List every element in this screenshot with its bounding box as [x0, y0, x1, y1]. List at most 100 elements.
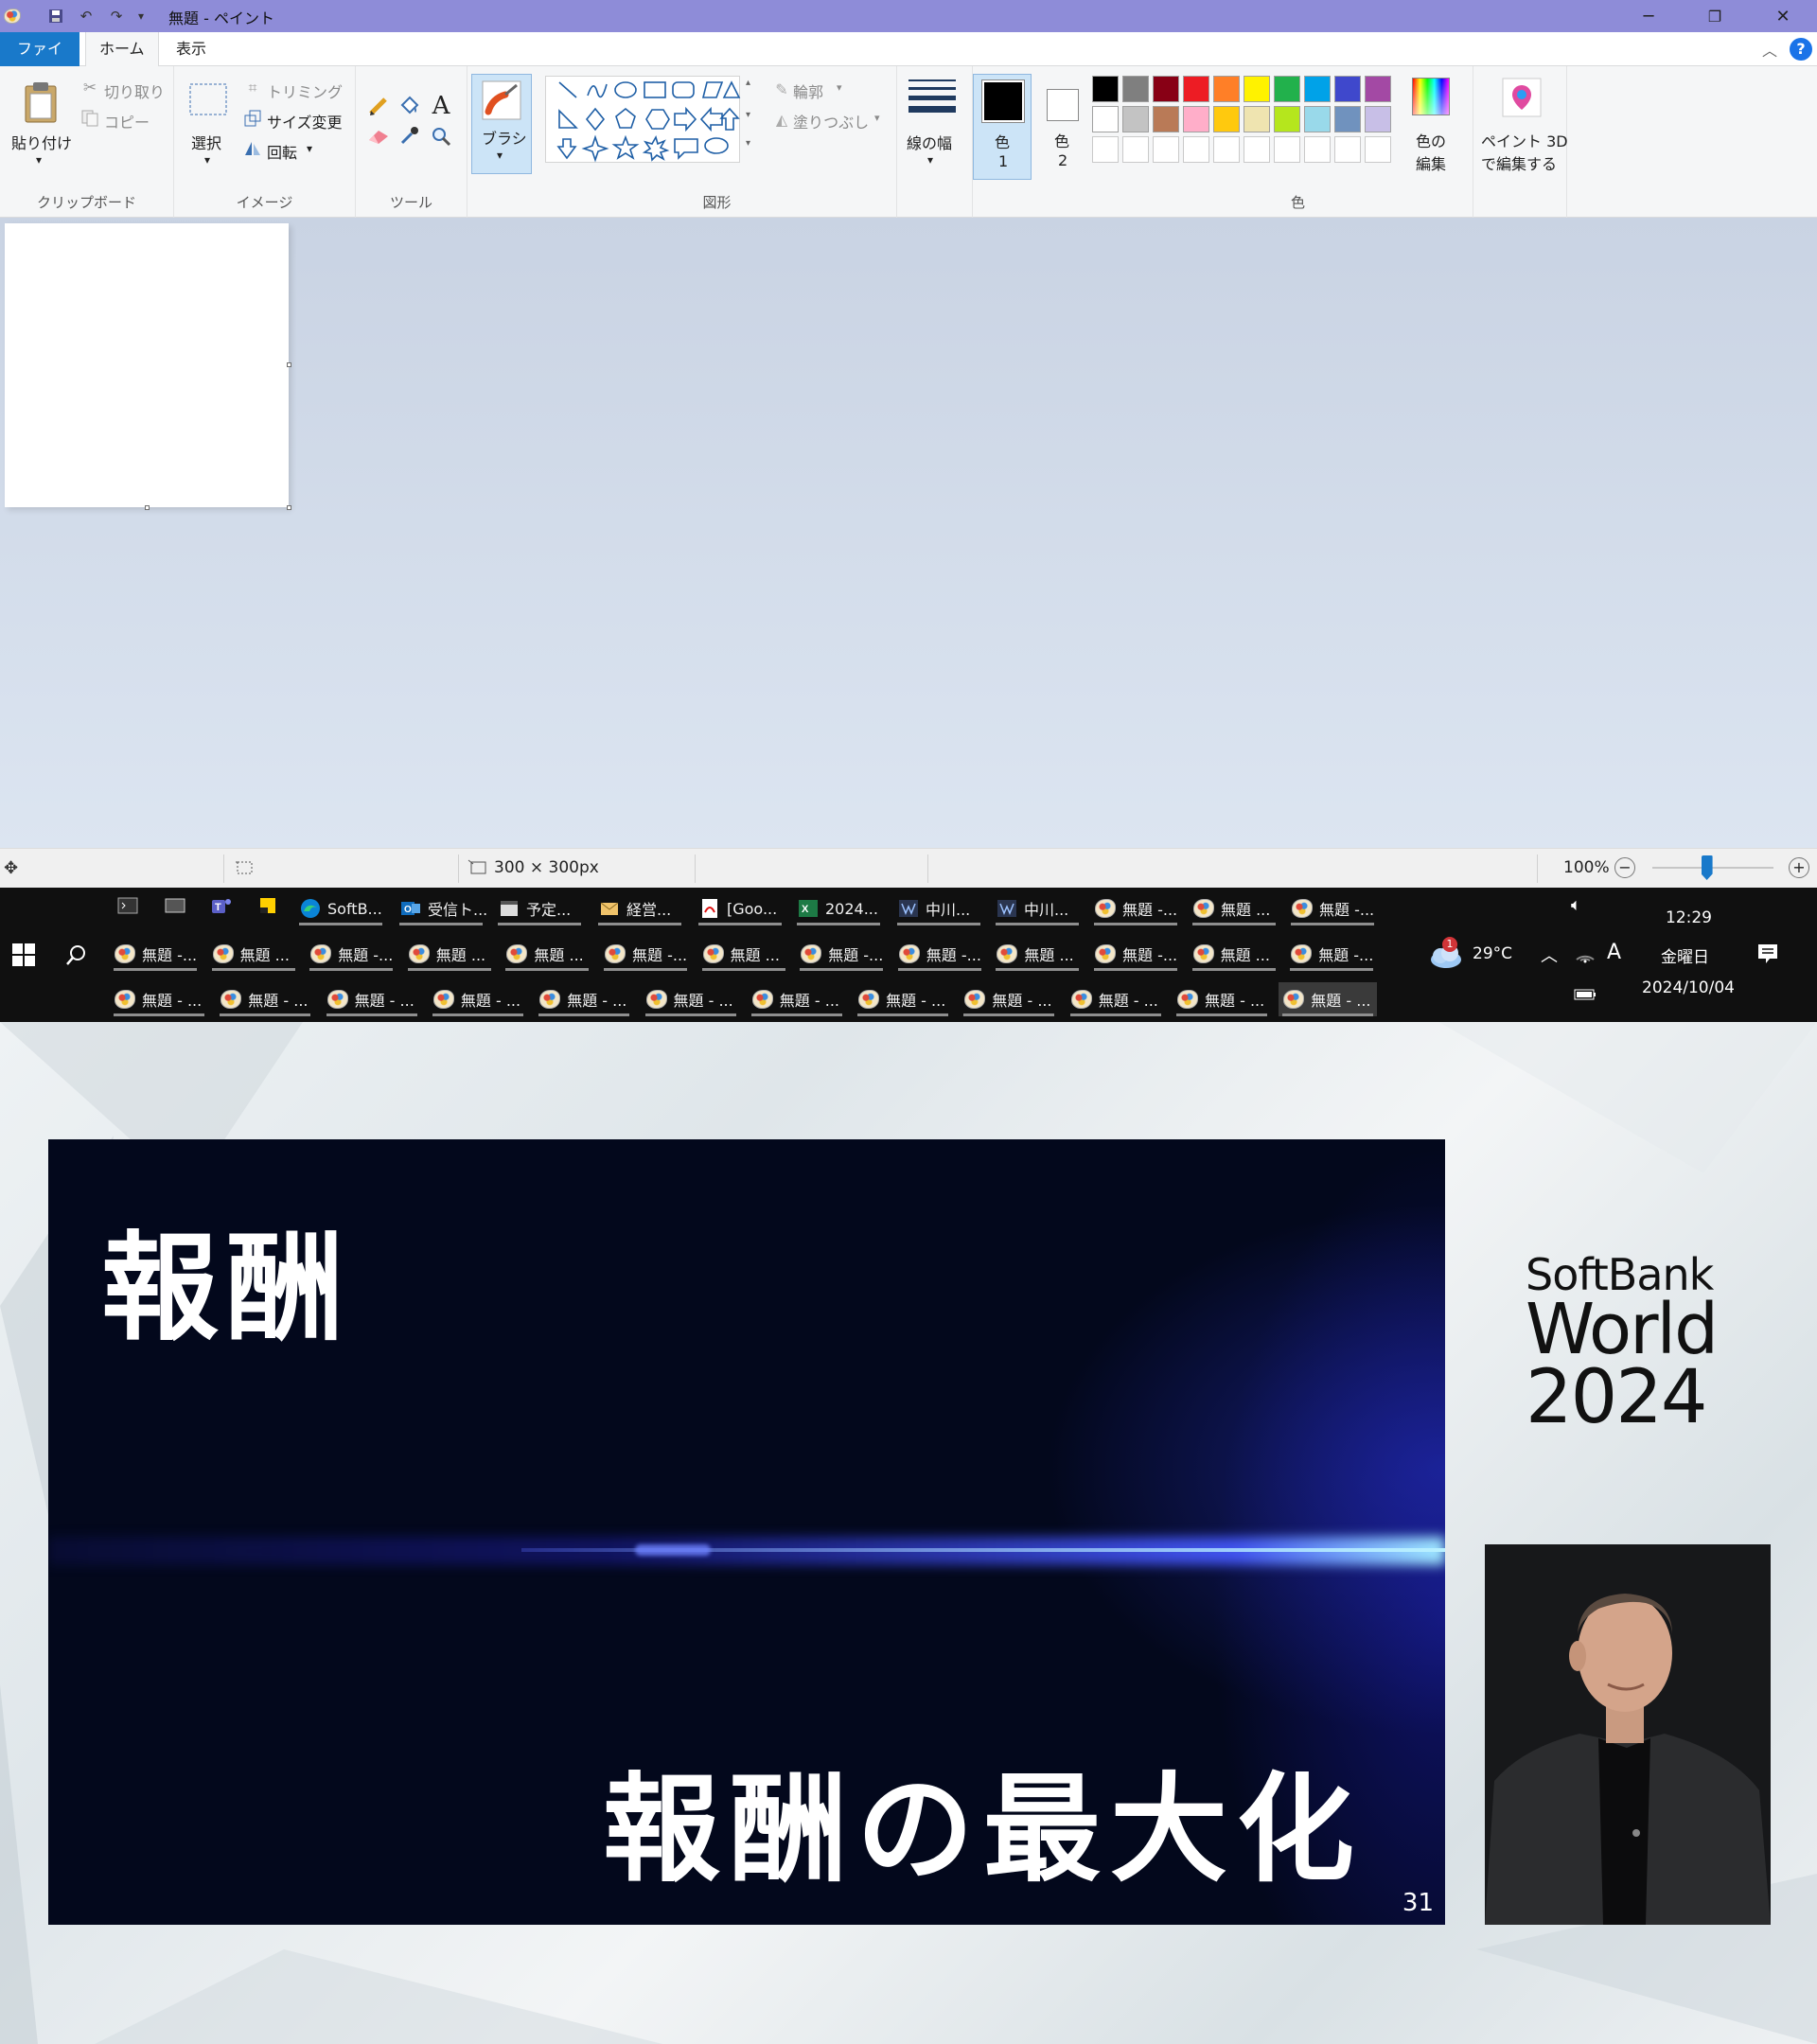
teams-icon[interactable]: T — [208, 893, 233, 918]
pencil-icon[interactable] — [365, 93, 392, 119]
resize-handle-corner[interactable] — [287, 505, 291, 510]
palette-color-swatch[interactable] — [1304, 106, 1331, 132]
redo-icon[interactable]: ↷ — [106, 6, 127, 26]
cut-icon[interactable]: ✂ — [79, 78, 100, 98]
taskbar-window-button[interactable]: 無題 -... — [600, 937, 691, 971]
brush-button[interactable]: ブラシ ▾ — [471, 74, 532, 174]
palette-color-swatch[interactable] — [1334, 76, 1361, 102]
palette-color-swatch[interactable] — [1274, 76, 1300, 102]
custom-color-slot[interactable] — [1274, 136, 1300, 163]
tab-file[interactable]: ファイル — [0, 32, 79, 92]
taskbar-window-button[interactable]: 無題 -... — [1090, 937, 1181, 971]
taskbar-window-button[interactable]: 無題 -... — [306, 937, 397, 971]
rotate-button[interactable]: 回転 — [267, 140, 297, 163]
outline-button[interactable]: 輪郭 — [793, 79, 823, 102]
custom-color-slot[interactable] — [1304, 136, 1331, 163]
notification-center-icon[interactable] — [1756, 943, 1779, 969]
paint3d-label-1[interactable]: ペイント 3D — [1481, 129, 1568, 151]
zoom-slider-thumb[interactable] — [1701, 855, 1713, 880]
battery-icon[interactable] — [1573, 986, 1597, 1007]
custom-color-slot[interactable] — [1244, 136, 1270, 163]
clock-weekday[interactable]: 金曜日 — [1661, 943, 1709, 967]
paint3d-label-2[interactable]: で編集する — [1481, 151, 1557, 174]
taskbar-window-button[interactable]: 無題 -... — [110, 937, 201, 971]
edit-colors-icon[interactable] — [1410, 76, 1452, 117]
palette-color-swatch[interactable] — [1274, 106, 1300, 132]
taskbar-window-button[interactable]: 無題 -... — [894, 937, 985, 971]
help-icon[interactable]: ? — [1790, 38, 1812, 61]
taskbar-window-button[interactable]: 無題 - ... — [535, 982, 633, 1016]
resize-handle-bottom[interactable] — [145, 505, 150, 510]
palette-color-swatch[interactable] — [1334, 106, 1361, 132]
customize-quick-access-icon[interactable]: ▾ — [131, 6, 151, 26]
paint-app-icon[interactable] — [2, 6, 23, 26]
sticky-notes-icon[interactable] — [256, 893, 280, 918]
volume-icon[interactable]: 🔈︎ — [1571, 895, 1581, 915]
tab-home[interactable]: ホーム — [85, 32, 159, 67]
paste-dropdown-icon[interactable]: ▾ — [36, 153, 42, 167]
line-width-dropdown-icon[interactable]: ▾ — [927, 153, 933, 167]
taskbar-window-button[interactable]: 無題 - ... — [429, 982, 527, 1016]
taskbar-window-button[interactable]: 無題 - ... — [748, 982, 846, 1016]
shapes-scroll-up-icon[interactable]: ▴ — [746, 78, 750, 88]
palette-color-swatch[interactable] — [1092, 106, 1119, 132]
close-button[interactable]: ✕ — [1753, 0, 1813, 32]
taskbar-window-button[interactable]: SoftB... — [295, 891, 386, 925]
custom-color-slot[interactable] — [1183, 136, 1209, 163]
palette-color-swatch[interactable] — [1244, 106, 1270, 132]
taskbar-window-button[interactable]: 無題 - ... — [323, 982, 421, 1016]
weather-temp[interactable]: 29°C — [1473, 944, 1512, 963]
palette-color-swatch[interactable] — [1365, 76, 1391, 102]
paste-button[interactable] — [19, 76, 62, 129]
select-icon[interactable] — [187, 81, 229, 117]
crop-button[interactable]: トリミング — [267, 79, 343, 102]
canvas-area[interactable] — [0, 218, 1817, 848]
screen-icon[interactable] — [163, 893, 187, 918]
zoom-in-button[interactable]: + — [1789, 857, 1809, 878]
eraser-icon[interactable] — [365, 123, 392, 150]
select-dropdown-icon[interactable]: ▾ — [204, 153, 210, 167]
fill-dropdown-icon[interactable]: ▾ — [874, 112, 880, 124]
custom-color-slot[interactable] — [1153, 136, 1179, 163]
network-icon[interactable] — [1575, 944, 1596, 967]
palette-color-swatch[interactable] — [1122, 106, 1149, 132]
cut-button[interactable]: 切り取り — [104, 79, 165, 102]
taskbar-window-button[interactable]: 無題 - ... — [110, 982, 208, 1016]
taskbar-window-button[interactable]: 経営... — [594, 891, 685, 925]
taskbar-window-button[interactable]: 無題 ... — [992, 937, 1083, 971]
taskbar-window-button[interactable]: 無題 - ... — [854, 982, 952, 1016]
edit-colors-label-2[interactable]: 編集 — [1416, 151, 1446, 174]
taskbar-window-button[interactable]: 無題 - ... — [642, 982, 740, 1016]
fill-bucket-icon[interactable] — [396, 93, 422, 119]
fill-icon[interactable]: ◭ — [772, 110, 791, 129]
undo-icon[interactable]: ↶ — [76, 6, 97, 26]
palette-color-swatch[interactable] — [1213, 106, 1240, 132]
palette-color-swatch[interactable] — [1304, 76, 1331, 102]
taskbar-window-button[interactable]: 無題 - ... — [960, 982, 1058, 1016]
taskbar-window-button[interactable]: 無題 -... — [1286, 937, 1377, 971]
line-width-button[interactable]: 線の幅 — [907, 131, 952, 153]
taskbar-window-button[interactable]: 無題 -... — [1287, 891, 1378, 925]
rotate-dropdown-icon[interactable]: ▾ — [307, 142, 312, 155]
maximize-button[interactable]: ❐ — [1685, 0, 1745, 32]
taskbar-window-button[interactable]: 無題 - ... — [1279, 982, 1378, 1016]
taskbar-window-button[interactable]: 無題 - ... — [1173, 982, 1271, 1016]
show-hidden-icons-button[interactable]: ︿ — [1541, 943, 1558, 967]
custom-color-slot[interactable] — [1122, 136, 1149, 163]
drawing-canvas[interactable] — [5, 223, 289, 507]
taskbar-window-button[interactable]: 無題 -... — [1090, 891, 1181, 925]
clock-date[interactable]: 2024/10/04 — [1642, 978, 1735, 997]
zoom-slider-track[interactable] — [1652, 867, 1773, 869]
custom-color-slot[interactable] — [1092, 136, 1119, 163]
clock-time[interactable]: 12:29 — [1666, 908, 1712, 927]
search-button[interactable] — [64, 943, 89, 967]
color-picker-icon[interactable] — [396, 123, 422, 150]
taskbar-window-button[interactable]: 無題 ... — [1189, 891, 1279, 925]
text-tool-icon[interactable]: A — [428, 92, 454, 120]
zoom-out-button[interactable]: − — [1614, 857, 1635, 878]
tab-view[interactable]: 表示 — [163, 32, 220, 66]
palette-color-swatch[interactable] — [1183, 106, 1209, 132]
copy-icon[interactable] — [79, 108, 100, 129]
taskbar-window-button[interactable]: 中川... — [992, 891, 1083, 925]
select-button[interactable]: 選択 — [191, 131, 221, 153]
